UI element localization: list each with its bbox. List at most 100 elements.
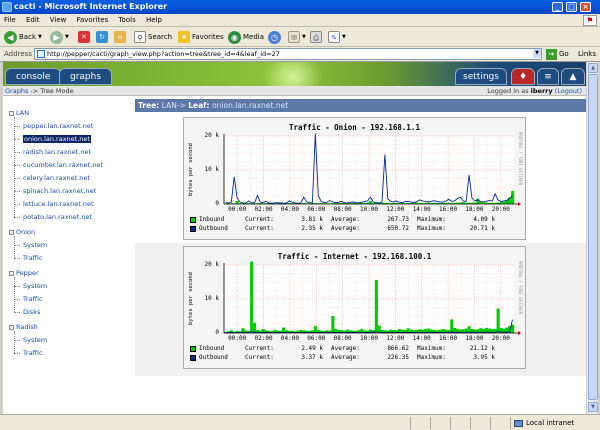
home-button[interactable]: ⌂: [114, 29, 126, 45]
stop-button[interactable]: ✕: [78, 29, 90, 45]
tree-header-node[interactable]: Onion: [9, 228, 35, 236]
y-tick-label: 10 k: [204, 166, 219, 173]
legend-field-label: Maximum:: [417, 216, 446, 223]
address-label: Address: [4, 50, 32, 58]
x-tick-label: 04:00: [280, 206, 299, 213]
legend-field-label: Current:: [245, 225, 274, 232]
vertical-scrollbar[interactable]: ▲ ▼: [586, 62, 598, 414]
cacti-header: console graphs settings ♦ ≡ ▲: [3, 62, 586, 86]
media-button[interactable]: ◉ Media: [228, 29, 264, 45]
tree-header-node[interactable]: LAN: [9, 109, 29, 117]
menu-tools[interactable]: Tools: [118, 16, 135, 24]
menu-bar: File Edit View Favorites Tools Help: [0, 14, 600, 27]
windows-logo-icon: ⚑: [583, 15, 597, 26]
back-button[interactable]: ◀ Back ▼: [4, 29, 42, 45]
tree-leaf-node[interactable]: pepper.lan.raxnet.net: [23, 122, 93, 130]
inbound-bar: [369, 200, 373, 204]
tree-leaf-node[interactable]: System: [23, 336, 47, 344]
menu-edit[interactable]: Edit: [26, 16, 40, 24]
go-button[interactable]: ➔ Go: [546, 48, 569, 60]
minimize-icon[interactable]: _: [552, 2, 563, 12]
menu-file[interactable]: File: [4, 16, 16, 24]
page-icon: [37, 50, 45, 58]
chevron-down-icon: ▼: [65, 34, 69, 40]
tree-leaf-node[interactable]: spinach.lan.raxnet.net: [23, 187, 96, 195]
mail-button[interactable]: ✉ ▼: [288, 29, 306, 45]
legend-swatch: [190, 354, 196, 361]
x-tick-label: 14:00: [412, 206, 431, 213]
tab-console[interactable]: console: [5, 68, 62, 85]
tab-tree-view[interactable]: ♦: [511, 68, 535, 85]
tree-header-node[interactable]: Pepper: [9, 269, 39, 277]
tree-leaf-node[interactable]: Traffic: [23, 295, 43, 303]
scroll-down-icon[interactable]: ▼: [588, 402, 598, 412]
window-title-bar: cacti - Microsoft Internet Explorer _ □ …: [0, 0, 600, 14]
tree-leaf-node[interactable]: onion.lan.raxnet.net: [23, 135, 91, 143]
menu-help[interactable]: Help: [146, 16, 162, 24]
inbound-bar: [235, 200, 239, 204]
legend-field-label: Average:: [331, 225, 360, 232]
maximize-icon[interactable]: □: [566, 2, 577, 12]
search-label: Search: [148, 33, 173, 41]
print-button[interactable]: ⎙: [310, 29, 322, 45]
x-tick-label: 18:00: [465, 335, 484, 342]
print-icon: ⎙: [310, 31, 322, 43]
legend-current: 2.49 k: [301, 345, 323, 352]
address-dropdown-icon[interactable]: ▼: [533, 49, 541, 58]
tab-settings[interactable]: settings: [455, 68, 507, 85]
tab-preview[interactable]: ▲: [561, 68, 585, 85]
address-bar: Address http://pepper/cacti/graph_view.p…: [0, 47, 600, 62]
tree-header-node[interactable]: Radish: [9, 323, 38, 331]
favorites-button[interactable]: ★ Favorites: [178, 29, 224, 45]
header-decoration: [263, 62, 323, 86]
tree-leaf-node[interactable]: System: [23, 282, 47, 290]
scroll-up-icon[interactable]: ▲: [588, 63, 598, 73]
graph-tree: LAN pepper.lan.raxnet.net onion.lan.raxnet…: [3, 97, 131, 414]
graph-internet[interactable]: Traffic - Internet - 192.168.100.1 bytes …: [183, 246, 526, 369]
x-tick-label: 10:00: [359, 335, 379, 342]
y-tick-label: 0: [215, 200, 219, 207]
history-button[interactable]: ◷: [268, 29, 281, 45]
address-input[interactable]: http://pepper/cacti/graph_view.php?actio…: [34, 48, 542, 60]
x-tick-label: 06:00: [307, 335, 326, 342]
graph-row-2: Traffic - Internet - 192.168.100.1 bytes …: [135, 243, 586, 376]
logout-link[interactable]: (Logout): [555, 87, 582, 95]
ie-icon: [2, 2, 12, 12]
legend-field-label: Average:: [331, 345, 360, 352]
tree-header-leaf: onion.lan.raxnet.net: [212, 101, 289, 110]
tree-leaf-node[interactable]: cucumber.lan.raxnet.net: [23, 161, 103, 169]
close-icon[interactable]: ×: [580, 2, 591, 12]
tree-leaf-node[interactable]: Disks: [23, 308, 40, 316]
tree-leaf-node[interactable]: potato.lan.raxnet.net: [23, 213, 92, 221]
legend-swatch: [190, 345, 196, 352]
chevron-down-icon: ▼: [38, 34, 42, 40]
tree-leaf-node[interactable]: radish.lan.raxnet.net: [23, 148, 91, 156]
menu-favorites[interactable]: Favorites: [77, 16, 109, 24]
tree-leaf-node[interactable]: Traffic: [23, 349, 43, 357]
legend-row: Outbound Current: 3.37 k Average: 226.35 Maxi…: [190, 354, 503, 362]
tab-graphs[interactable]: graphs: [59, 68, 113, 85]
legend-average: 866.62: [387, 345, 409, 352]
forward-button[interactable]: ▶ ▼: [50, 29, 69, 45]
edit-icon: ✎: [328, 31, 340, 43]
tree-leaf-node[interactable]: lettuce.lan.raxnet.net: [23, 200, 94, 208]
tab-list-view[interactable]: ≡: [537, 68, 559, 85]
graph-row-1: Traffic - Onion - 192.168.1.1 bytes per s…: [135, 113, 586, 243]
edit-button[interactable]: ✎ ▼: [328, 29, 346, 45]
links-button[interactable]: Links: [578, 48, 596, 60]
tree-leaf-node[interactable]: celery.lan.raxnet.net: [23, 174, 90, 182]
pin-icon: ♦: [518, 72, 528, 82]
go-arrow-icon: ➔: [546, 48, 557, 60]
folder-icon: [9, 324, 14, 330]
page-content: console graphs settings ♦ ≡ ▲ Graphs -> …: [3, 62, 586, 414]
refresh-button[interactable]: ↻: [96, 29, 108, 45]
breadcrumb-graphs-link[interactable]: Graphs: [5, 87, 28, 95]
mountain-icon: ▲: [569, 72, 577, 82]
scroll-thumb[interactable]: [588, 74, 598, 400]
tree-leaf-node[interactable]: System: [23, 241, 47, 249]
tree-leaf-node[interactable]: Traffic: [23, 254, 43, 262]
search-button[interactable]: ⚲ Search: [134, 29, 172, 45]
graph-onion[interactable]: Traffic - Onion - 192.168.1.1 bytes per s…: [183, 117, 526, 240]
menu-view[interactable]: View: [50, 16, 67, 24]
x-tick-label: 16:00: [439, 206, 458, 213]
